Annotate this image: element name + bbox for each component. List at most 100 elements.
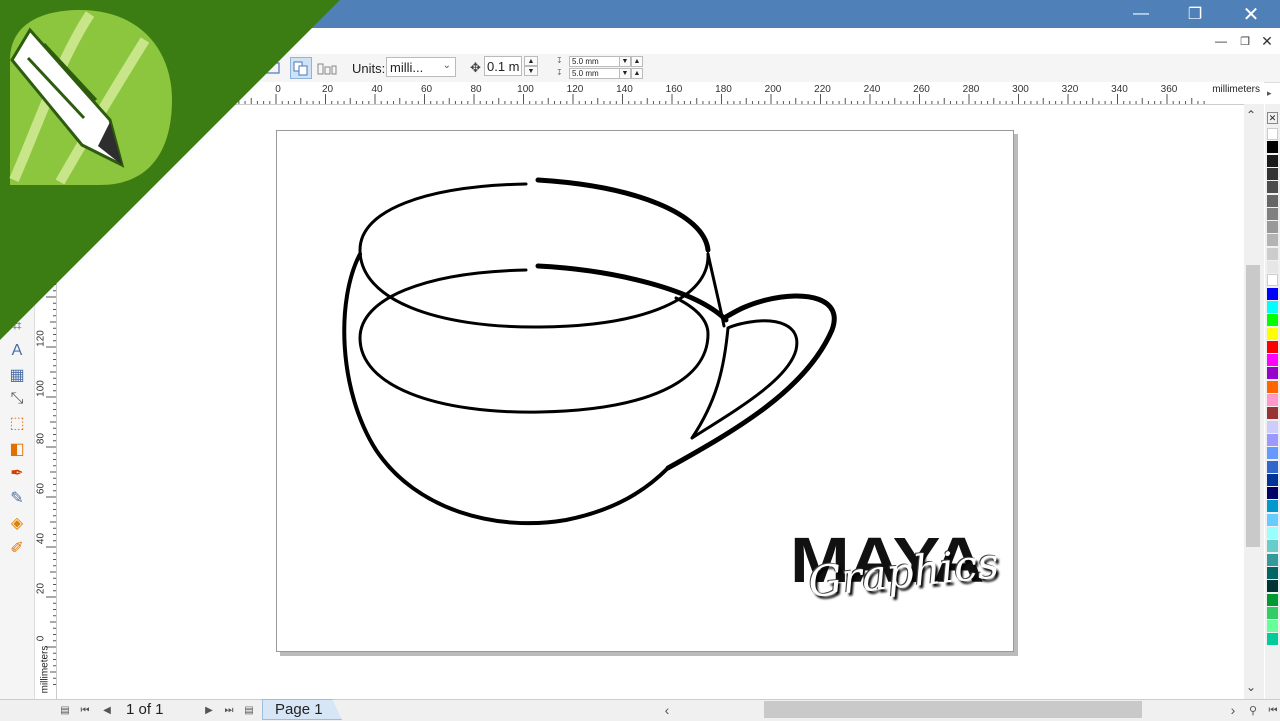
ruler-tick-label: 140 (616, 84, 633, 95)
color-swatch[interactable] (1267, 473, 1278, 486)
color-swatch[interactable] (1267, 300, 1278, 313)
color-swatch[interactable] (1267, 167, 1278, 180)
nudge-up-icon[interactable]: ▲ (524, 56, 538, 66)
color-swatch[interactable] (1267, 128, 1278, 140)
ruler-tick-label: 300 (1012, 84, 1029, 95)
color-swatch[interactable] (1267, 447, 1278, 460)
zoom-icon[interactable]: ⚲ (1244, 701, 1262, 719)
color-swatch[interactable] (1267, 274, 1278, 287)
units-value: milli... (390, 59, 424, 75)
horizontal-scroll-thumb[interactable] (764, 701, 1142, 718)
ruler-tick-label: 260 (913, 84, 930, 95)
chevron-down-icon: ⌄ (442, 60, 451, 71)
coreldraw-logo (0, 0, 340, 340)
color-swatch[interactable] (1267, 540, 1278, 553)
nudge-distance-input[interactable]: 0.1 m (484, 56, 522, 76)
color-swatch[interactable] (1267, 234, 1278, 247)
ruler-tick-label: 160 (665, 84, 683, 95)
ruler-tick-label: 40 (35, 532, 47, 545)
horizontal-ruler-unit: millimeters (1212, 84, 1260, 95)
first-page-icon[interactable]: ⏮ (76, 701, 94, 719)
minimize-icon[interactable]: — (1118, 0, 1164, 28)
color-swatch[interactable] (1267, 247, 1278, 260)
color-swatch[interactable] (1267, 194, 1278, 207)
fill-tool-icon[interactable]: ◈ (6, 512, 28, 534)
color-swatch[interactable] (1267, 553, 1278, 566)
restore-icon[interactable]: ❐ (1172, 0, 1218, 28)
color-swatch[interactable] (1267, 620, 1278, 633)
ruler-tick-label: 320 (1061, 84, 1079, 95)
color-swatch[interactable] (1267, 314, 1278, 327)
duplicate-v-down-icon[interactable]: ▼ (619, 68, 631, 79)
last-page-icon[interactable]: ⏭ (220, 701, 238, 719)
text-tool-icon[interactable]: A (6, 340, 28, 362)
scroll-down-icon[interactable]: ⌄ (1246, 680, 1256, 694)
color-swatch[interactable] (1267, 407, 1278, 420)
color-swatch[interactable] (1267, 527, 1278, 539)
color-swatch[interactable] (1267, 433, 1278, 446)
color-swatch[interactable] (1267, 154, 1278, 167)
units-select[interactable]: milli... ⌄ (386, 57, 456, 77)
add-page-before-icon[interactable]: ▤ (56, 701, 74, 719)
color-swatch[interactable] (1267, 500, 1278, 513)
no-color-swatch-icon[interactable]: ✕ (1267, 112, 1278, 124)
duplicate-h-up-icon[interactable]: ▲ (631, 56, 643, 67)
smart-fill-tool-icon[interactable]: ✐ (6, 537, 28, 559)
ruler-tick-label: 20 (35, 582, 47, 595)
duplicate-v-input[interactable]: 5.0 mm (569, 68, 625, 79)
color-swatch[interactable] (1267, 207, 1278, 220)
connector-tool-icon[interactable]: ⬚ (6, 412, 28, 434)
color-swatch[interactable] (1267, 287, 1278, 300)
color-swatch[interactable] (1267, 261, 1278, 273)
eyedropper-tool-icon[interactable]: ✒ (6, 462, 28, 484)
color-swatch[interactable] (1267, 487, 1278, 500)
duplicate-h-input[interactable]: 5.0 mm (569, 56, 625, 67)
vertical-scroll-thumb[interactable] (1246, 265, 1260, 547)
add-page-after-icon[interactable]: ▤ (240, 701, 258, 719)
color-swatch[interactable] (1267, 141, 1278, 154)
doc-minimize-icon[interactable]: — (1210, 31, 1232, 51)
color-palette: ▸ ✕ (1265, 88, 1280, 700)
color-swatch[interactable] (1267, 394, 1278, 406)
ruler-tick-label: 40 (371, 84, 383, 95)
color-swatch[interactable] (1267, 513, 1278, 526)
ruler-tick-label: 360 (1160, 84, 1178, 95)
color-swatch[interactable] (1267, 580, 1278, 593)
page-tab[interactable]: Page 1 (262, 699, 342, 720)
palette-menu-icon[interactable]: ▸ (1267, 88, 1272, 99)
duplicate-v-up-icon[interactable]: ▲ (631, 68, 643, 79)
color-swatch[interactable] (1267, 340, 1278, 353)
color-swatch[interactable] (1267, 380, 1278, 393)
duplicate-v-value: 5.0 mm (572, 69, 599, 78)
color-swatch[interactable] (1267, 593, 1278, 606)
color-swatch[interactable] (1267, 367, 1278, 380)
scroll-right-icon[interactable]: › (1224, 701, 1242, 719)
color-swatch[interactable] (1267, 221, 1278, 234)
ruler-tick-label: 180 (715, 84, 732, 95)
outline-pen-tool-icon[interactable]: ✎ (6, 487, 28, 509)
scroll-left-icon[interactable]: ‹ (658, 701, 676, 719)
color-swatch[interactable] (1267, 181, 1278, 194)
ruler-tick-label: 280 (962, 84, 980, 95)
drop-shadow-tool-icon[interactable]: ◧ (6, 438, 28, 460)
ruler-tick-label: 240 (863, 84, 881, 95)
color-swatch[interactable] (1267, 566, 1278, 579)
dimension-tool-icon[interactable]: ⤡ (6, 388, 28, 410)
nudge-down-icon[interactable]: ▼ (524, 66, 538, 76)
color-swatch[interactable] (1267, 633, 1278, 646)
close-icon[interactable]: ✕ (1228, 0, 1274, 28)
color-swatch[interactable] (1267, 606, 1278, 619)
table-tool-icon[interactable]: ▦ (6, 364, 28, 386)
color-swatch[interactable] (1267, 354, 1278, 367)
color-swatch[interactable] (1267, 327, 1278, 340)
color-swatch[interactable] (1267, 420, 1278, 433)
doc-close-icon[interactable]: ✕ (1256, 31, 1278, 51)
palette-scroll-icon[interactable]: ⏮ (1264, 701, 1280, 719)
duplicate-h-down-icon[interactable]: ▼ (619, 56, 631, 67)
previous-page-icon[interactable]: ◀ (98, 701, 116, 719)
doc-restore-icon[interactable]: ❐ (1234, 31, 1256, 51)
next-page-icon[interactable]: ▶ (200, 701, 218, 719)
vertical-ruler-unit: millimeters (39, 645, 51, 694)
scroll-up-icon[interactable]: ⌃ (1246, 108, 1256, 122)
color-swatch[interactable] (1267, 460, 1278, 473)
